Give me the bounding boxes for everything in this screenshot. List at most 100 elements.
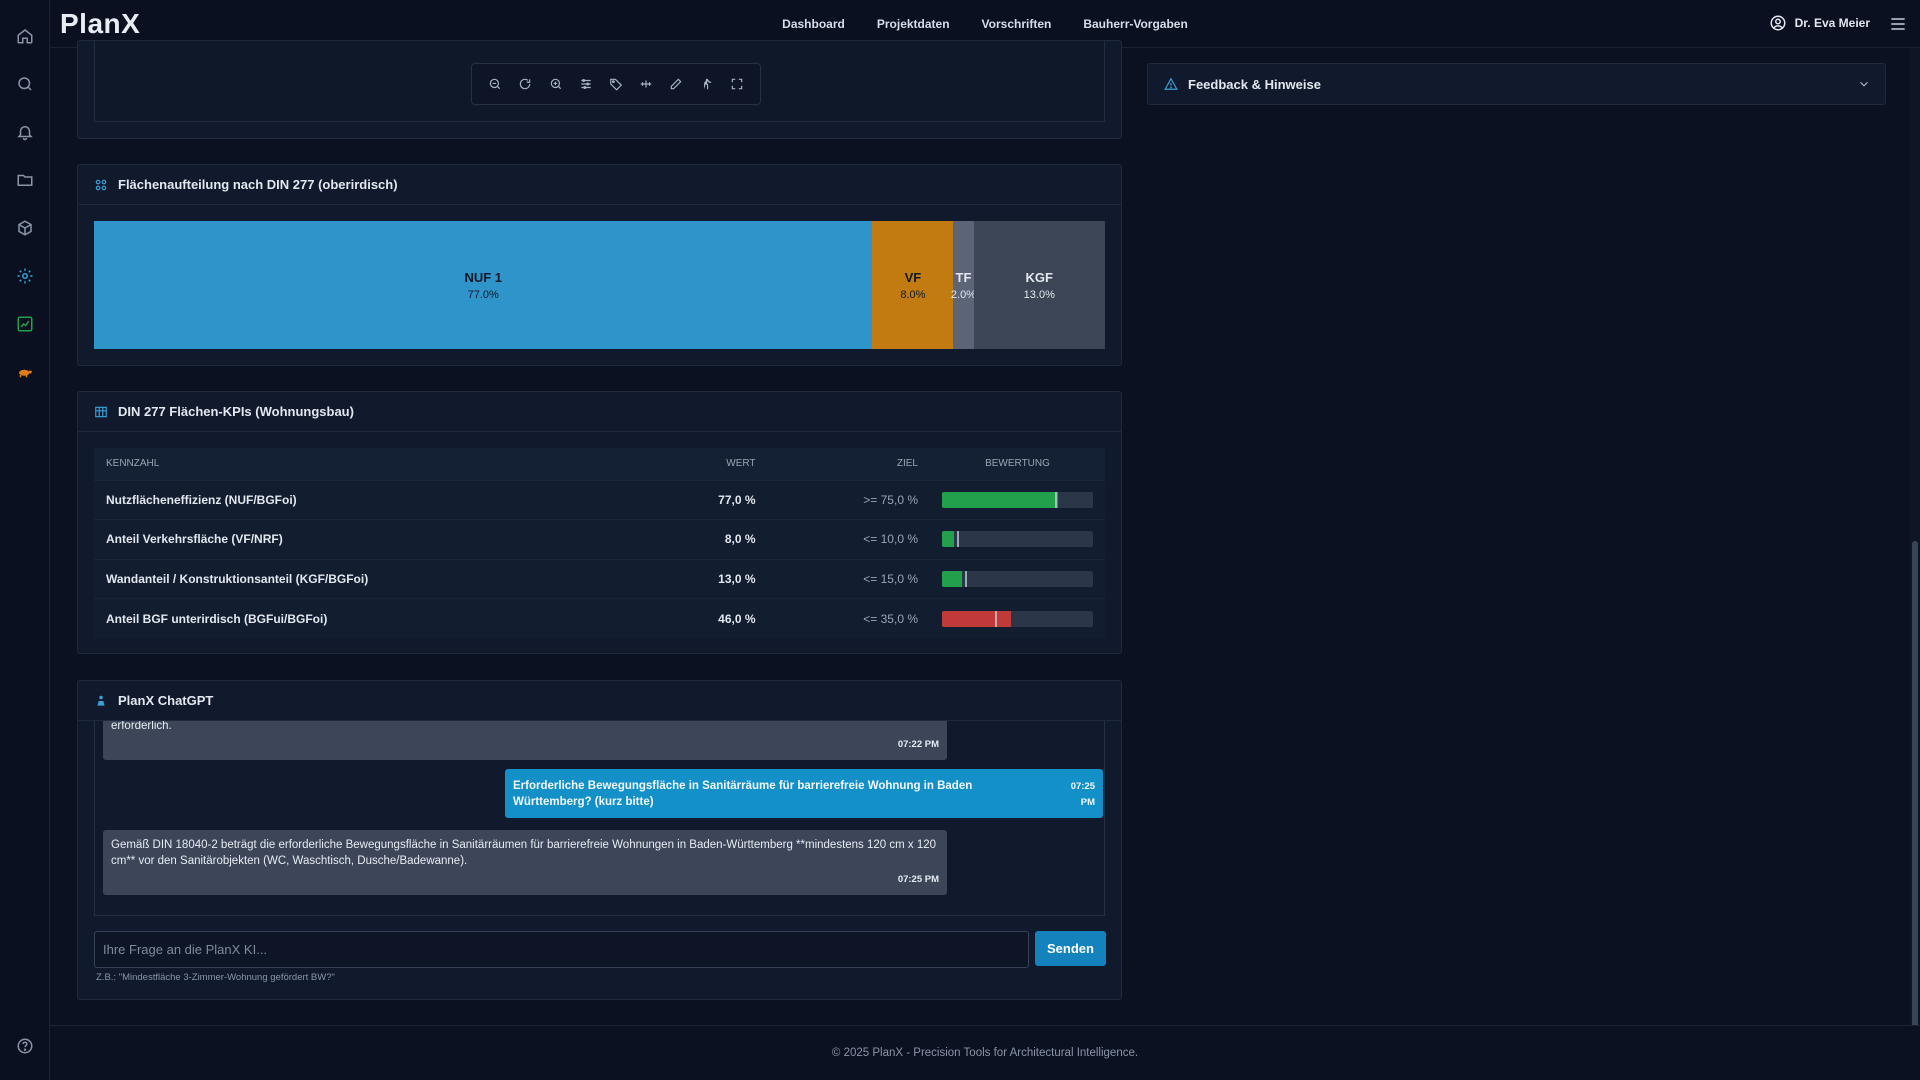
user-circle-icon: [1770, 15, 1786, 31]
walk-icon[interactable]: [697, 74, 717, 94]
chevron-down-icon[interactable]: [1857, 77, 1871, 91]
kpi-value: 13,0 %: [648, 558, 768, 599]
app-logo[interactable]: PlanX: [60, 8, 140, 40]
kpi-rating: [930, 519, 1105, 559]
message-time: 07:25 PM: [897, 874, 939, 885]
cube-icon[interactable]: [13, 216, 37, 240]
rating-bar: [942, 531, 1093, 548]
user-menu[interactable]: Dr. Eva Meier: [1769, 14, 1870, 32]
bar-segment-nuf-1[interactable]: NUF 1 77.0%: [94, 221, 873, 349]
model-viewer-panel: [77, 40, 1122, 139]
kpi-row: Wandanteil / Konstruktionsanteil (KGF/BG…: [94, 558, 1105, 599]
kpi-table: Kennzahl Wert Ziel Bewertung Nutzflächen…: [94, 448, 1105, 638]
area-panel-title: Flächenaufteilung nach DIN 277 (oberirdi…: [118, 177, 398, 192]
kpi-name: Anteil BGF unterirdisch (BGFui/BGFoi): [94, 598, 649, 638]
chat-input[interactable]: [94, 931, 1029, 968]
col-bewertung: Bewertung: [930, 448, 1105, 480]
grid-icon: [95, 179, 107, 190]
kpi-panel-title: DIN 277 Flächen-KPIs (Wohnungsbau): [118, 404, 354, 419]
area-distribution-panel: Flächenaufteilung nach DIN 277 (oberirdi…: [77, 164, 1122, 366]
table-icon: [95, 406, 107, 417]
segment-percent: 13.0%: [1023, 288, 1055, 301]
hamburger-menu-icon[interactable]: [1888, 14, 1908, 34]
measure-icon[interactable]: [636, 74, 656, 94]
chat-messages[interactable]: erforderlich. 07:22 PM Erforderliche Bew…: [94, 721, 1105, 916]
nav-vorschriften[interactable]: Vorschriften: [982, 17, 1052, 31]
rating-bar-fill: [942, 531, 955, 548]
footer-text: © 2025 PlanX - Precision Tools for Archi…: [831, 1047, 1139, 1059]
rating-bar: [942, 570, 1093, 587]
user-name: Dr. Eva Meier: [1794, 16, 1870, 30]
kpi-value: 8,0 %: [648, 519, 768, 559]
kpi-goal: <= 15,0 %: [767, 558, 930, 599]
zoom-in-icon[interactable]: [546, 74, 566, 94]
segment-label: KGF: [1025, 269, 1053, 285]
edit-icon[interactable]: [666, 74, 686, 94]
segment-percent: 77.0%: [467, 288, 499, 301]
home-icon[interactable]: [13, 24, 37, 48]
kpi-name: Wandanteil / Konstruktionsanteil (KGF/BG…: [94, 558, 649, 599]
area-panel-header: Flächenaufteilung nach DIN 277 (oberirdi…: [78, 165, 1121, 205]
help-icon[interactable]: [13, 1034, 37, 1058]
bell-icon[interactable]: [13, 120, 37, 144]
viewer-toolbar: [471, 63, 761, 105]
nav-bauherr-vorgaben[interactable]: Bauherr-Vorgaben: [1083, 17, 1187, 31]
send-button[interactable]: Senden: [1035, 931, 1106, 966]
rating-bar-fill: [942, 570, 962, 587]
kpi-value: 46,0 %: [648, 598, 768, 638]
kpi-table-header: Kennzahl Wert Ziel Bewertung: [94, 448, 1105, 480]
chat-hint: Z.B.: "Mindestfläche 3-Zimmer-Wohnung ge…: [96, 972, 335, 983]
zoom-out-icon[interactable]: [485, 74, 505, 94]
chart-icon[interactable]: [13, 312, 37, 336]
rotate-icon[interactable]: [515, 74, 535, 94]
feedback-accordion[interactable]: Feedback & Hinweise: [1147, 63, 1886, 105]
kpi-goal: <= 35,0 %: [767, 598, 930, 638]
gear-icon[interactable]: [13, 264, 37, 288]
message-text: erforderlich.: [111, 721, 172, 732]
page-scrollbar[interactable]: [1910, 48, 1920, 1071]
chat-message-bot: Gemäß DIN 18040-2 beträgt die erforderli…: [103, 830, 947, 895]
tag-icon[interactable]: [606, 74, 626, 94]
kpi-rating: [930, 479, 1105, 520]
rating-bar-fill: [942, 610, 1012, 627]
fullscreen-icon[interactable]: [727, 74, 747, 94]
sliders-icon[interactable]: [576, 74, 596, 94]
nav-projektdaten[interactable]: Projektdaten: [877, 17, 950, 31]
bar-segment-vf[interactable]: VF 8.0%: [872, 221, 954, 349]
message-text: Erforderliche Bewegungsfläche in Sanitär…: [513, 779, 973, 808]
folder-icon[interactable]: [13, 168, 37, 192]
chat-panel: PlanX ChatGPT erforderlich. 07:22 PM Erf…: [77, 680, 1122, 1000]
rating-bar: [942, 491, 1093, 508]
kpi-name: Nutzflächeneffizienz (NUF/BGFoi): [94, 479, 649, 520]
kpi-value: 77,0 %: [648, 479, 768, 520]
segment-percent: 8.0%: [900, 288, 926, 301]
bot-icon: [97, 695, 105, 706]
bar-segment-tf[interactable]: TF 2.0%: [950, 221, 976, 349]
message-time: 07:25 PM: [1070, 781, 1095, 808]
stacked-area-bar: NUF 1 77.0% VF 8.0% TF 2.0% KGF 13.0%: [94, 221, 1105, 349]
sidebar: [0, 0, 50, 1080]
segment-label: NUF 1: [464, 269, 503, 285]
kpi-goal: <= 10,0 %: [767, 519, 930, 559]
turtle-icon[interactable]: [13, 360, 37, 384]
feedback-title: Feedback & Hinweise: [1188, 76, 1321, 92]
message-text: Gemäß DIN 18040-2 beträgt die erforderli…: [111, 839, 937, 867]
chat-message-bot: erforderlich. 07:22 PM: [103, 721, 947, 760]
model-viewer[interactable]: [94, 41, 1105, 122]
message-time: 07:22 PM: [897, 739, 939, 750]
nav-dashboard[interactable]: Dashboard: [782, 17, 845, 31]
rating-goal-marker: [964, 570, 967, 587]
kpi-row: Anteil BGF unterirdisch (BGFui/BGFoi) 46,…: [94, 598, 1105, 638]
col-wert: Wert: [648, 448, 768, 480]
search-icon[interactable]: [13, 72, 37, 96]
segment-percent: 2.0%: [950, 288, 976, 301]
segment-label: TF: [955, 269, 972, 285]
rating-goal-marker: [957, 531, 960, 548]
kpi-panel: DIN 277 Flächen-KPIs (Wohnungsbau) Kennz…: [77, 391, 1122, 654]
col-ziel: Ziel: [767, 448, 930, 480]
chat-message-user: Erforderliche Bewegungsfläche in Sanitär…: [505, 769, 1103, 818]
scrollbar-thumb[interactable]: [1912, 541, 1918, 1071]
kpi-panel-header: DIN 277 Flächen-KPIs (Wohnungsbau): [78, 392, 1121, 432]
bar-segment-kgf[interactable]: KGF 13.0%: [973, 221, 1105, 349]
kpi-row: Nutzflächeneffizienz (NUF/BGFoi) 77,0 % >=…: [94, 479, 1105, 520]
